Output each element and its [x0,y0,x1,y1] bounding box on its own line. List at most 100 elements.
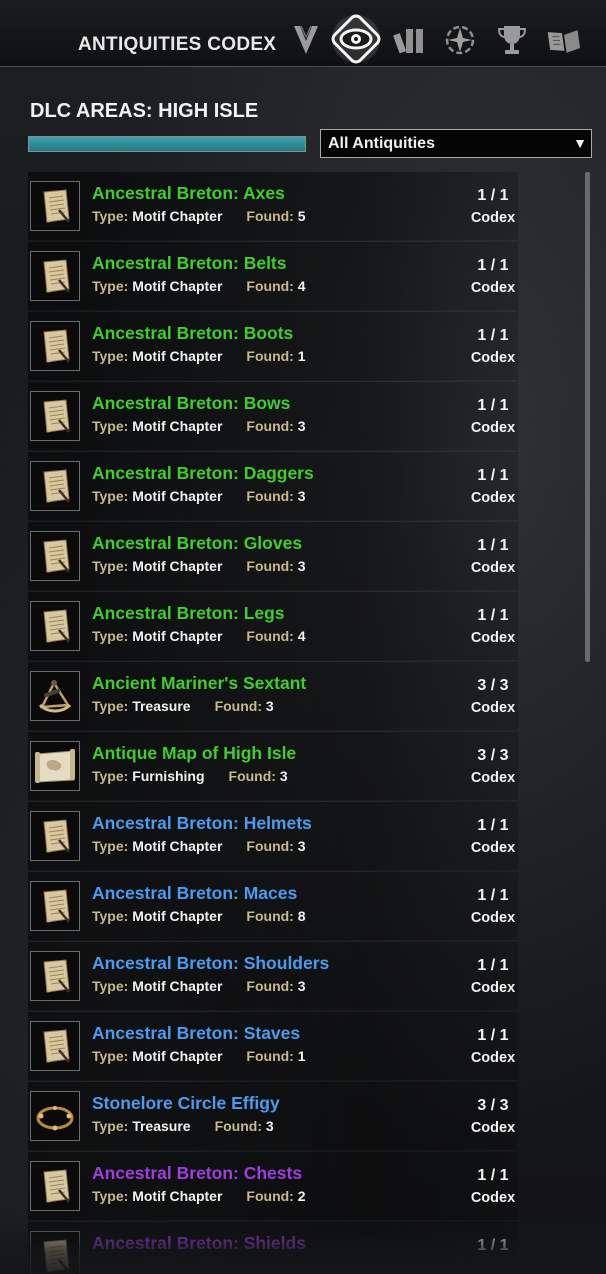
found-value: 4 [297,278,306,294]
found-value: 4 [297,628,306,644]
sextant-icon [30,671,80,721]
antiquity-row[interactable]: Ancestral Breton: Staves Type: Motif Chap… [28,1012,518,1081]
found-label: Found: [246,838,294,854]
found-value: 3 [279,768,288,784]
open-book-icon[interactable] [546,22,582,58]
type-value: Motif Chapter [132,838,223,854]
antiquity-meta: Type: Furnishing Found: 3 [92,768,288,784]
codex-count: 1 / 1 [477,817,509,834]
found-value: 8 [297,908,306,924]
antiquity-row[interactable]: Ancestral Breton: Boots Type: Motif Chapt… [28,312,518,381]
antiquity-name: Ancestral Breton: Shoulders [92,953,330,973]
effigy-icon [30,1091,80,1141]
antiquity-row[interactable]: Ancestral Breton: Maces Type: Motif Chapt… [28,872,518,941]
antiquity-row[interactable]: Ancestral Breton: Axes Type: Motif Chapte… [28,172,518,241]
antiquity-filter-dropdown[interactable]: All Antiquities ▼ [320,129,592,158]
codex-count: 1 / 1 [477,1027,509,1044]
antiquity-row[interactable]: Ancestral Breton: Bows Type: Motif Chapte… [28,382,518,451]
found-label: Found: [246,278,294,294]
type-value: Motif Chapter [132,348,223,364]
codex-label: Codex [470,630,516,646]
codex-count: 1 / 1 [477,957,509,974]
type-value: Motif Chapter [132,558,223,574]
scroll-icon [30,181,80,231]
codex-count: 1 / 1 [477,397,509,414]
list-fade-overlay [0,1216,606,1274]
antiquity-name: Ancestral Breton: Legs [92,603,285,623]
chevron-emblem-icon[interactable] [288,22,324,58]
type-value: Motif Chapter [132,1048,223,1064]
scroll-icon [30,1021,80,1071]
codex-label: Codex [470,420,516,436]
antiquity-name: Ancestral Breton: Staves [92,1023,301,1043]
type-label: Type: [92,628,129,644]
progress-bar [28,136,306,152]
antiquity-row[interactable]: Ancestral Breton: Gloves Type: Motif Chap… [28,522,518,591]
antiquity-meta: Type: Motif Chapter Found: 1 [92,1048,306,1064]
antiquity-row[interactable]: Ancestral Breton: Daggers Type: Motif Cha… [28,452,518,521]
antiquity-name: Ancestral Breton: Chests [92,1163,303,1183]
antiquity-meta: Type: Motif Chapter Found: 4 [92,628,306,644]
antiquity-name: Ancestral Breton: Maces [92,883,298,903]
antiquity-name: Ancestral Breton: Helmets [92,813,312,833]
chevron-down-icon: ▼ [573,135,587,151]
found-label: Found: [228,768,276,784]
found-value: 3 [265,1118,274,1134]
scroll-icon [30,811,80,861]
type-label: Type: [92,978,129,994]
antiquity-row[interactable]: Antique Map of High Isle Type: Furnishing… [28,732,518,801]
codex-count: 1 / 1 [477,537,509,554]
antiquity-meta: Type: Motif Chapter Found: 3 [92,418,306,434]
codex-count: 3 / 3 [477,1097,509,1114]
compass-star-icon[interactable] [442,22,478,58]
type-label: Type: [92,558,129,574]
codex-label: Codex [470,910,516,926]
antiquity-name: Ancient Mariner's Sextant [92,673,307,693]
antiquity-name: Ancestral Breton: Belts [92,253,287,273]
antiquity-row[interactable]: Stonelore Circle Effigy Type: Treasure Fou… [28,1082,518,1151]
antiquity-name: Ancestral Breton: Boots [92,323,294,343]
antiquity-meta: Type: Treasure Found: 3 [92,1118,274,1134]
type-value: Motif Chapter [132,488,223,504]
found-value: 3 [265,698,274,714]
type-value: Motif Chapter [132,278,223,294]
found-label: Found: [246,348,294,364]
found-label: Found: [246,628,294,644]
antiquity-row[interactable]: Ancestral Breton: Helmets Type: Motif Cha… [28,802,518,871]
codex-label: Codex [470,770,516,786]
antiquity-meta: Type: Motif Chapter Found: 3 [92,558,306,574]
codex-label: Codex [470,350,516,366]
found-value: 3 [297,978,306,994]
codex-count: 1 / 1 [477,1167,509,1184]
books-icon[interactable] [392,22,428,58]
type-value: Motif Chapter [132,628,223,644]
antiquity-row[interactable]: Ancestral Breton: Shoulders Type: Motif C… [28,942,518,1011]
found-label: Found: [246,558,294,574]
antiquity-row[interactable]: Ancestral Breton: Chests Type: Motif Chap… [28,1152,518,1221]
found-label: Found: [214,1118,262,1134]
scroll-icon [30,251,80,301]
antiquity-row[interactable]: Ancient Mariner's Sextant Type: Treasure F… [28,662,518,731]
codex-count: 1 / 1 [477,607,509,624]
trophy-icon[interactable] [494,22,530,58]
type-label: Type: [92,278,129,294]
section-title: DLC AREAS: HIGH ISLE [30,100,259,122]
antiquity-name: Ancestral Breton: Bows [92,393,291,413]
type-value: Motif Chapter [132,978,223,994]
codex-eye-icon[interactable] [329,12,383,66]
antiquity-row[interactable]: Ancestral Breton: Legs Type: Motif Chapte… [28,592,518,661]
type-value: Treasure [132,698,191,714]
antiquity-row[interactable]: Ancestral Breton: Belts Type: Motif Chapt… [28,242,518,311]
found-label: Found: [246,418,294,434]
type-label: Type: [92,208,129,224]
window-title: ANTIQUITIES CODEX [78,34,277,55]
antiquity-meta: Type: Motif Chapter Found: 3 [92,978,306,994]
codex-label: Codex [470,700,516,716]
codex-label: Codex [470,980,516,996]
type-label: Type: [92,838,129,854]
found-value: 3 [297,418,306,434]
type-label: Type: [92,768,129,784]
list-scrollbar[interactable] [585,172,590,662]
codex-label: Codex [470,1050,516,1066]
type-value: Motif Chapter [132,418,223,434]
